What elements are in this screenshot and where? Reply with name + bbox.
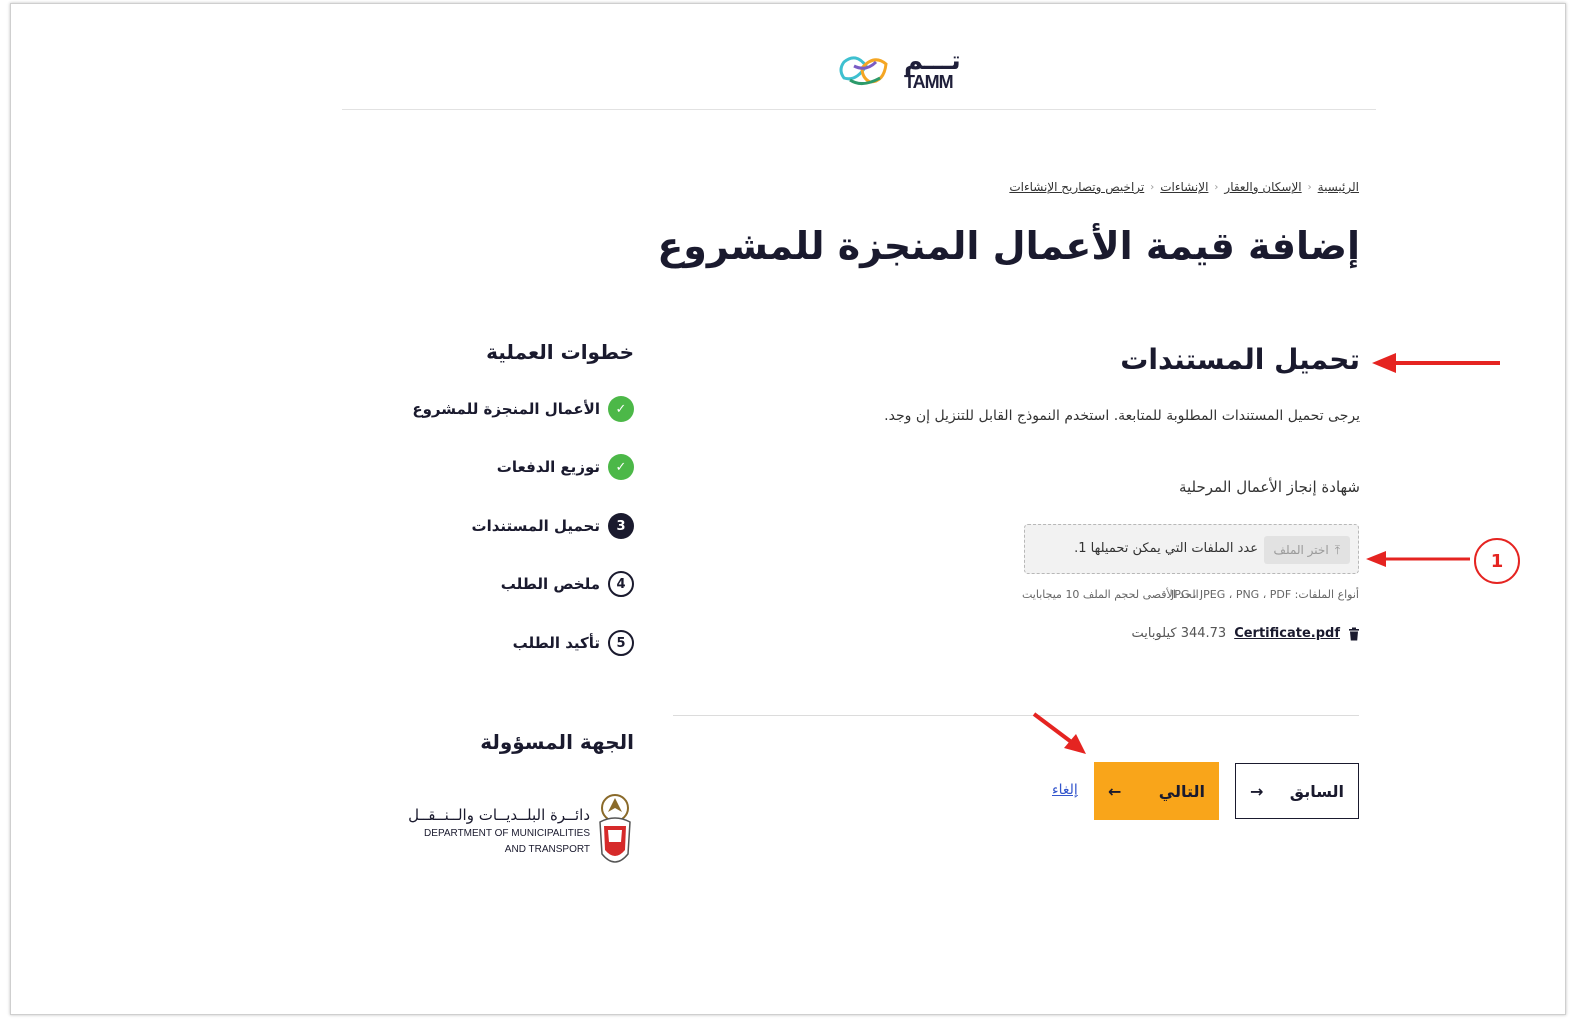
step-number-badge: 3 bbox=[608, 513, 634, 539]
step-3: 3 تحميل المستندات bbox=[472, 513, 634, 539]
annotation-marker: 1 bbox=[1474, 538, 1520, 584]
next-button[interactable]: التالي ← bbox=[1094, 762, 1219, 820]
department-name-en-2: AND TRANSPORT bbox=[504, 844, 590, 855]
header-divider bbox=[342, 109, 1376, 110]
abu-dhabi-emblem-icon bbox=[599, 794, 631, 863]
check-icon: ✓ bbox=[608, 454, 634, 480]
section-title: تحميل المستندات bbox=[1120, 343, 1360, 376]
file-dropzone[interactable]: ⤒ اختر الملف عدد الملفات التي يمكن تحميل… bbox=[1024, 524, 1359, 574]
tamm-logo[interactable]: تـــم TAMM bbox=[836, 48, 966, 94]
breadcrumb-home[interactable]: الرئيسية bbox=[1318, 180, 1359, 194]
page-title: إضافة قيمة الأعمال المنجزة للمشروع bbox=[657, 224, 1360, 268]
choose-file-label: اختر الملف bbox=[1273, 543, 1329, 557]
tamm-logo-icon bbox=[839, 56, 888, 85]
step-1: ✓ الأعمال المنجزة للمشروع bbox=[412, 396, 634, 422]
previous-label: السابق bbox=[1289, 781, 1344, 801]
arrow-left-icon: ← bbox=[1108, 781, 1122, 801]
section-description: يرجى تحميل المستندات المطلوبة للمتابعة. … bbox=[884, 408, 1360, 424]
step-label: توزيع الدفعات bbox=[496, 458, 600, 476]
max-size-hint: الحد الأقصى لحجم الملف 10 ميجابايت bbox=[1022, 588, 1199, 601]
annotation-arrow-upload bbox=[1366, 551, 1470, 567]
arrow-right-icon: → bbox=[1250, 781, 1264, 801]
department-name-en-1: DEPARTMENT OF MUNICIPALITIES bbox=[424, 828, 590, 839]
chevron-left-icon: ‹ bbox=[1150, 181, 1155, 193]
next-label: التالي bbox=[1158, 781, 1205, 801]
upload-icon: ⤒ bbox=[1334, 542, 1340, 557]
step-label: تحميل المستندات bbox=[471, 517, 600, 535]
department-name-ar: دائــرة البلــديــات والــنــقــل bbox=[408, 806, 590, 824]
step-label: ملخص الطلب bbox=[500, 575, 600, 593]
breadcrumb-permits[interactable]: تراخيص وتصاريح الإنشاءات bbox=[1009, 180, 1144, 194]
breadcrumb: الرئيسية ‹ الإسكان والعقار ‹ الإنشاءات ‹… bbox=[1009, 180, 1359, 194]
logo-brand-en: TAMM bbox=[904, 72, 954, 92]
department-logo: دائــرة البلــديــات والــنــقــل DEPART… bbox=[408, 792, 636, 872]
chevron-left-icon: ‹ bbox=[1214, 181, 1219, 193]
logo-brand-ar: تـــم bbox=[904, 46, 961, 76]
step-label: تأكيد الطلب bbox=[512, 634, 600, 652]
browser-frame bbox=[10, 3, 1566, 1015]
step-2: ✓ توزيع الدفعات bbox=[497, 454, 634, 480]
upload-field-label: شهادة إنجاز الأعمال المرحلية bbox=[1178, 478, 1360, 496]
step-4: 4 ملخص الطلب bbox=[501, 571, 634, 597]
step-5: 5 تأكيد الطلب bbox=[513, 630, 634, 656]
trash-icon[interactable] bbox=[1348, 627, 1360, 641]
steps-title: خطوات العملية bbox=[486, 340, 634, 364]
actions-divider bbox=[673, 715, 1359, 716]
choose-file-button[interactable]: ⤒ اختر الملف bbox=[1263, 536, 1350, 564]
breadcrumb-housing[interactable]: الإسكان والعقار bbox=[1224, 180, 1301, 194]
annotation-arrow-next bbox=[1032, 712, 1086, 754]
annotation-arrow-section bbox=[1372, 353, 1500, 373]
check-icon: ✓ bbox=[608, 396, 634, 422]
cancel-link[interactable]: إلغاء bbox=[1052, 782, 1078, 798]
file-types-hint: أنواع الملفات: JPG ، JPEG ، PNG ، PDF bbox=[1170, 588, 1359, 601]
step-number-badge: 4 bbox=[608, 571, 634, 597]
breadcrumb-construction[interactable]: الإنشاءات bbox=[1160, 180, 1208, 194]
uploaded-file-name[interactable]: Certificate.pdf bbox=[1234, 626, 1340, 641]
responsible-entity-title: الجهة المسؤولة bbox=[480, 730, 634, 754]
uploaded-file: Certificate.pdf 344.73 كيلوبايت bbox=[1131, 626, 1360, 641]
files-count-text: عدد الملفات التي يمكن تحميلها 1. bbox=[1074, 541, 1258, 556]
step-label: الأعمال المنجزة للمشروع bbox=[412, 400, 600, 418]
uploaded-file-size: 344.73 كيلوبايت bbox=[1131, 626, 1227, 641]
chevron-left-icon: ‹ bbox=[1307, 181, 1312, 193]
previous-button[interactable]: السابق → bbox=[1235, 763, 1359, 819]
step-number-badge: 5 bbox=[608, 630, 634, 656]
